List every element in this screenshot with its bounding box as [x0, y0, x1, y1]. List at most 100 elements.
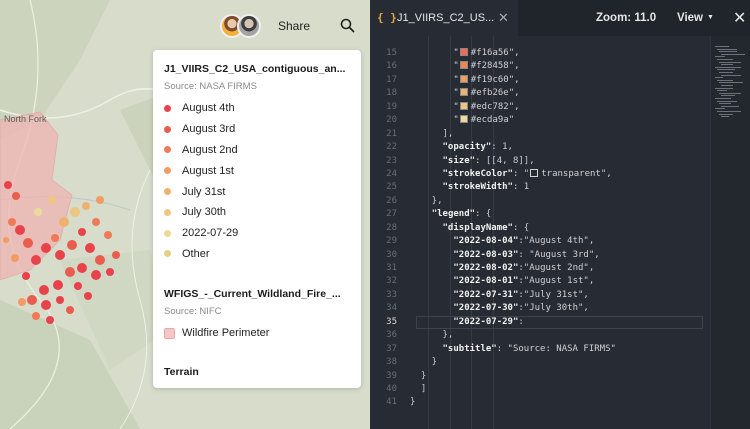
- code-line: "2022-08-02":"August 2nd",: [453, 263, 595, 273]
- code-line: },: [410, 330, 454, 341]
- layer-source-viirs: Source: NASA FIRMS: [164, 81, 257, 92]
- line-number: 41: [386, 397, 397, 408]
- tab-file-name: J1_VIIRS_C2_US...: [397, 12, 495, 24]
- zoom-indicator[interactable]: Zoom: 11.0: [596, 12, 656, 24]
- code-line: "2022-08-01":"August 1st",: [453, 276, 595, 287]
- legend-dot: [164, 188, 171, 196]
- code-line: "2022-07-29":: [453, 316, 524, 327]
- legend-entry: August 2nd: [164, 140, 238, 161]
- line-number: 17: [386, 74, 397, 85]
- line-number: 36: [386, 330, 397, 341]
- minimap-line: [715, 87, 733, 89]
- color-swatch[interactable]: [459, 115, 468, 124]
- legend-dot: [164, 208, 171, 216]
- minimap-line: [715, 77, 723, 79]
- legend-dot: [164, 229, 171, 237]
- line-number: 26: [386, 195, 397, 206]
- viirs-legend-list: August 4th August 3rd August 2nd August …: [164, 98, 238, 264]
- line-number: 35: [386, 316, 397, 327]
- code-editor-pane: { } J1_VIIRS_C2_US... ✕ Zoom: 11.0 View ▼…: [370, 0, 750, 429]
- code-line: "legend": {: [431, 209, 492, 220]
- line-number: 29: [386, 236, 397, 247]
- code-line: ],: [410, 128, 454, 139]
- code-line: " #edc782",: [410, 101, 520, 112]
- code-editor[interactable]: " #f16a56", " #f28458", " #f19c60", " #efb26…: [410, 36, 710, 429]
- layer-title-viirs[interactable]: J1_VIIRS_C2_USA_contiguous_an...: [164, 63, 345, 75]
- line-number: 15: [386, 48, 397, 58]
- line-number: 34: [386, 303, 397, 314]
- perimeter-swatch: [164, 327, 175, 339]
- color-swatch[interactable]: [459, 74, 468, 83]
- avatar-user-2[interactable]: [237, 14, 261, 38]
- minimap-line: [721, 74, 741, 76]
- line-number: 27: [386, 209, 397, 220]
- minimap-line: [721, 95, 735, 97]
- code-line: "displayName": {: [442, 222, 530, 233]
- code-line: " #efb26e",: [410, 88, 520, 99]
- line-number: 19: [386, 101, 397, 112]
- color-swatch[interactable]: [459, 101, 468, 110]
- minimap-line: [715, 98, 731, 99]
- code-line: "strokeWidth": 1: [442, 182, 530, 193]
- color-swatch[interactable]: [530, 168, 539, 177]
- line-number: 28: [386, 222, 397, 233]
- color-swatch[interactable]: [459, 61, 468, 70]
- layer-title-wfigs[interactable]: WFIGS_-_Current_Wildland_Fire_...: [164, 288, 341, 300]
- code-line: }: [410, 397, 416, 408]
- legend-card: J1_VIIRS_C2_USA_contiguous_an... Source:…: [153, 50, 361, 388]
- editor-tabbar: { } J1_VIIRS_C2_US... ✕ Zoom: 11.0 View ▼…: [370, 0, 750, 36]
- legend-dot: [164, 146, 171, 154]
- legend-dot: [164, 104, 171, 112]
- minimap-line: [721, 105, 739, 107]
- close-icon[interactable]: ✕: [498, 10, 509, 26]
- code-line: " #f16a56",: [410, 48, 520, 58]
- line-number: 22: [386, 142, 397, 153]
- share-button[interactable]: Share: [278, 19, 310, 33]
- legend-entry: August 1st: [164, 160, 238, 181]
- minimap-line: [719, 72, 733, 73]
- view-menu-button[interactable]: View ▼: [677, 12, 714, 24]
- minimap[interactable]: [710, 36, 750, 429]
- color-swatch[interactable]: [459, 88, 468, 97]
- code-lines: " #f16a56", " #f28458", " #f19c60", " #efb26…: [410, 47, 616, 410]
- map-town-label: North Fork: [4, 114, 47, 124]
- color-swatch[interactable]: [459, 48, 468, 56]
- line-number: 30: [386, 249, 397, 260]
- legend-dot: [164, 167, 171, 175]
- close-icon[interactable]: ✕: [733, 8, 746, 28]
- minimap-line: [717, 79, 733, 81]
- minimap-line: [719, 103, 731, 105]
- minimap-line: [715, 66, 741, 68]
- tab-file[interactable]: { } J1_VIIRS_C2_US... ✕: [370, 0, 518, 36]
- map-toolbar: Share: [220, 12, 365, 42]
- line-number: 20: [386, 115, 397, 126]
- map-pane[interactable]: North Fork Share J1_VIIRS_C2_USA_contigu…: [0, 0, 370, 429]
- code-line: "strokeColor": " transparent",: [442, 168, 612, 179]
- code-line: "subtitle": "Source: NASA FIRMS": [442, 343, 616, 354]
- minimap-line: [719, 113, 733, 115]
- layer-title-terrain[interactable]: Terrain: [164, 366, 199, 378]
- legend-entry: August 3rd: [164, 119, 238, 140]
- line-number: 23: [386, 155, 397, 166]
- line-number: 40: [386, 383, 397, 394]
- code-line: "2022-07-31":"July 31st",: [453, 289, 589, 300]
- code-line: " #f19c60",: [410, 74, 520, 85]
- code-line: "2022-08-04":"August 4th",: [453, 236, 595, 247]
- legend-entry: July 31st: [164, 181, 238, 202]
- line-number: 16: [386, 61, 397, 72]
- legend-dot: [164, 125, 171, 133]
- line-number: 39: [386, 370, 397, 381]
- minimap-line: [721, 85, 733, 86]
- json-file-icon: { }: [377, 11, 397, 24]
- legend-entry: July 30th: [164, 202, 238, 223]
- code-line: " #f28458",: [410, 61, 520, 72]
- line-number: 38: [386, 357, 397, 368]
- line-number: 25: [386, 182, 397, 193]
- minimap-line: [717, 100, 737, 102]
- code-line: ]: [410, 383, 427, 394]
- line-numbers: 15 16 17 18 19 20 21 22 23 24 25 26 27 28 29 30 31 32 33 34…: [370, 47, 397, 410]
- minimap-line: [717, 48, 737, 50]
- search-icon[interactable]: [338, 16, 358, 36]
- minimap-line: [717, 111, 741, 112]
- code-line: }: [410, 370, 427, 381]
